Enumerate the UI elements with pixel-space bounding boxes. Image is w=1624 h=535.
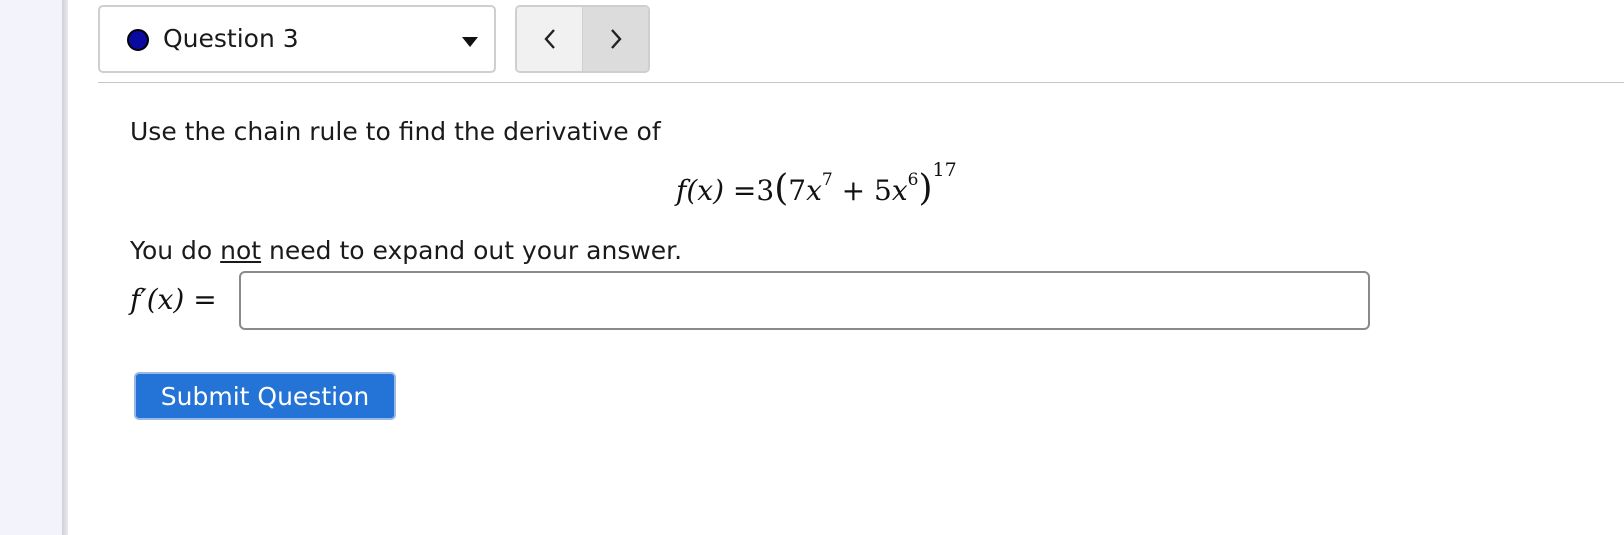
- chevron-left-icon: [543, 29, 555, 49]
- answer-input[interactable]: [239, 271, 1370, 330]
- term2-variable: x: [891, 174, 908, 207]
- sidebar-shadow: [62, 0, 68, 535]
- submit-question-button[interactable]: Submit Question: [134, 372, 396, 420]
- formula-operator: +: [841, 174, 866, 207]
- caret-down-icon: [462, 37, 478, 47]
- note-emphasis: not: [220, 236, 262, 265]
- next-question-button[interactable]: [583, 7, 648, 71]
- function-formula: f(x) =3(7x7 + 5x6)17: [676, 159, 957, 209]
- term1-variable: x: [806, 174, 822, 207]
- answer-label-text: f′(x) =: [130, 283, 217, 316]
- left-sidebar-strip: [0, 0, 62, 535]
- formula-lhs: f(x) =: [676, 174, 757, 207]
- formula-coefficient: 3: [756, 174, 775, 207]
- question-nav-group: [515, 5, 650, 73]
- expand-note: You do not need to expand out your answe…: [130, 236, 682, 266]
- question-select-label: Question 3: [163, 24, 299, 53]
- question-status-dot: [127, 29, 149, 51]
- chevron-right-icon: [610, 29, 622, 49]
- term2-coefficient: 5: [873, 174, 892, 207]
- term1-coefficient: 7: [788, 174, 807, 207]
- note-before: You do: [130, 236, 221, 265]
- question-select[interactable]: Question 3: [98, 5, 496, 73]
- question-prompt: Use the chain rule to find the derivativ…: [130, 117, 661, 146]
- term1-exponent: 7: [821, 170, 833, 190]
- outer-exponent: 17: [932, 159, 957, 181]
- answer-label: f′(x) =: [130, 280, 217, 320]
- term2-exponent: 6: [907, 170, 919, 190]
- header-divider: [98, 82, 1624, 83]
- note-after: need to expand out your answer.: [261, 236, 683, 265]
- previous-question-button[interactable]: [517, 7, 583, 71]
